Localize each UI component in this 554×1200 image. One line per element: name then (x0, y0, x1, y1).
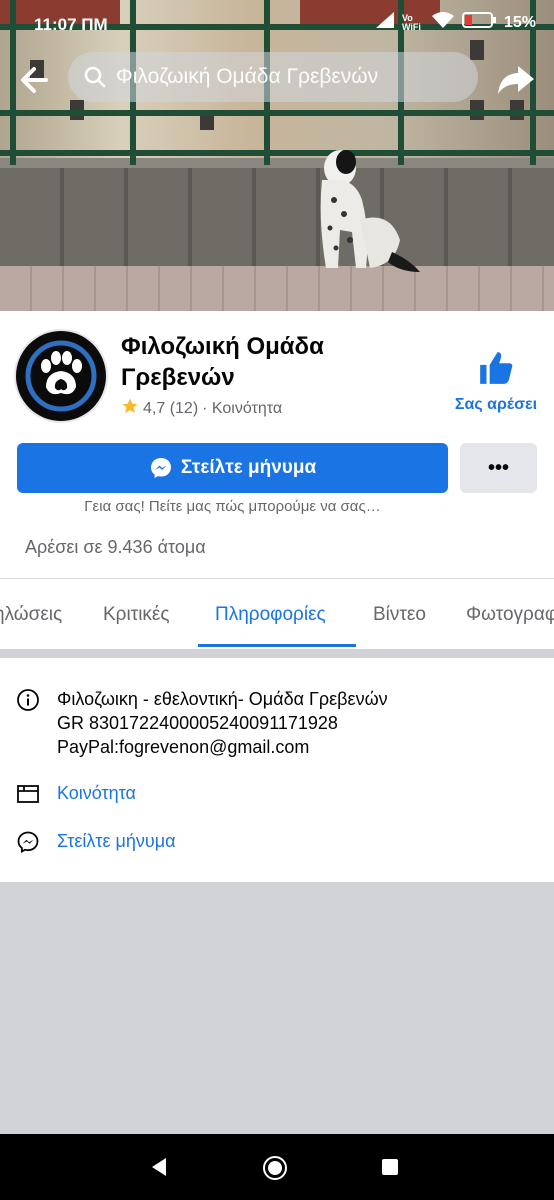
tab-posts[interactable]: ηλώσεις (0, 579, 62, 649)
cover-pavement (0, 266, 554, 311)
send-message-label: Στείλτε μήνυμα (180, 457, 317, 478)
cover-photo[interactable]: 11:07 ΠΜ Vo WiFi 15% Φιλοζωική Ομάδα Γρε… (0, 0, 554, 311)
page-search-bar[interactable]: Φιλοζωική Ομάδα Γρεβενών (68, 52, 478, 102)
about-line: Φιλοζωικη - εθελοντική- Ομάδα Γρεβενών (57, 689, 388, 709)
share-button[interactable] (496, 60, 536, 100)
category-link[interactable]: Κοινότητα (57, 781, 136, 805)
rating-value[interactable]: 4,7 (12) (143, 400, 198, 418)
category-row: Κοινότητα (16, 781, 136, 806)
tab-videos[interactable]: Βίντεο (373, 579, 426, 649)
search-icon (84, 66, 106, 88)
tab-about[interactable]: Πληροφορίες (215, 579, 326, 649)
tab-photos[interactable]: Φωτογραφ (466, 579, 554, 649)
about-line: GR 8301722400005240091171928 (57, 713, 338, 733)
page-title: Φιλοζωική Ομάδα Γρεβενών (121, 333, 324, 391)
triangle-back-icon (152, 1158, 166, 1176)
circle-home-icon (263, 1156, 287, 1180)
back-button[interactable] (14, 60, 54, 100)
search-text: Φιλοζωική Ομάδα Γρεβενών (116, 65, 379, 88)
category-flag-icon (17, 785, 39, 803)
share-arrow-icon (498, 66, 534, 94)
vowifi-label: Vo WiFi (401, 12, 421, 32)
status-time: 11:07 ΠΜ (34, 15, 108, 34)
greeting-text[interactable]: Γεια σας! Πείτε μας πώς μπορούμε να σας… (0, 498, 465, 515)
about-section: Φιλοζωικη - εθελοντική- Ομάδα Γρεβενών G… (0, 658, 554, 882)
tab-reviews[interactable]: Κριτικές (103, 579, 170, 649)
likes-count: Αρέσει σε 9.436 άτομα (25, 537, 206, 557)
active-tab-indicator (198, 644, 356, 647)
page-header: Φιλοζωική Ομάδα Γρεβενών 4,7 (12) · Κοιν… (0, 311, 554, 578)
thumbs-up-icon (480, 352, 513, 384)
wifi-icon (431, 12, 454, 33)
star-icon (121, 397, 139, 420)
send-message-button[interactable]: Στείλτε μήνυμα (17, 443, 448, 493)
android-nav-bar (0, 1134, 554, 1200)
paw-logo-icon (18, 333, 104, 419)
like-label: Σας αρέσει (454, 396, 538, 413)
message-link[interactable]: Στείλτε μήνυμα (57, 829, 176, 853)
page-tabs: ηλώσεις Κριτικές Πληροφορίες Βίντεο Φωτο… (0, 578, 554, 649)
info-icon (17, 689, 39, 711)
about-text: Φιλοζωικη - εθελοντική- Ομάδα Γρεβενών G… (57, 687, 388, 759)
like-button[interactable]: Σας αρέσει (448, 349, 544, 414)
cover-stone-wall (0, 168, 554, 266)
message-row: Στείλτε μήνυμα (16, 829, 176, 854)
arrow-left-icon (21, 67, 48, 93)
about-row: Φιλοζωικη - εθελοντική- Ομάδα Γρεβενών G… (16, 687, 388, 759)
cover-fence-bar (0, 110, 554, 116)
page-category: · Κοινότητα (202, 399, 283, 417)
about-line: PayPal:fogrevenon@gmail.com (57, 737, 310, 757)
nav-home-button[interactable] (262, 1155, 288, 1186)
nav-recents-button[interactable] (382, 1159, 398, 1175)
signal-icon (375, 12, 394, 33)
page-avatar[interactable] (16, 331, 106, 421)
dog-image (320, 150, 420, 272)
messenger-outline-icon (17, 831, 39, 854)
battery-level: 15% (503, 13, 536, 31)
nav-back-button[interactable] (148, 1156, 170, 1183)
rating-row: 4,7 (12) · Κοινότητα (121, 397, 282, 420)
messenger-icon (150, 458, 171, 478)
status-bar: 11:07 ΠΜ Vo WiFi 15% (0, 0, 554, 50)
more-options-button[interactable]: ••• (460, 443, 537, 493)
more-dots-icon: ••• (487, 456, 509, 479)
battery-icon (461, 12, 496, 33)
cover-fence-bar (0, 150, 554, 156)
